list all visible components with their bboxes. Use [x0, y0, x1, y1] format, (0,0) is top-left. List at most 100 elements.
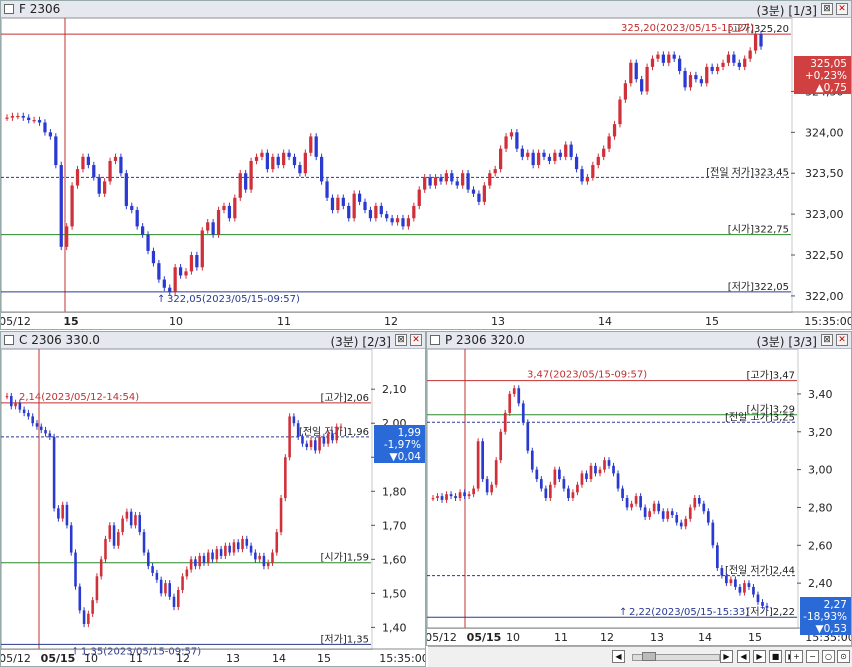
- candle-body: [305, 443, 309, 448]
- candle-body: [607, 136, 611, 149]
- candle-body: [463, 492, 466, 497]
- candle-body: [339, 426, 343, 428]
- candle-body: [623, 83, 628, 100]
- candle-body: [433, 177, 438, 186]
- candle-body: [238, 173, 242, 198]
- candle-body: [706, 511, 710, 523]
- candle-body: [444, 173, 449, 182]
- candle-body: [571, 492, 575, 498]
- change-amount: ▼0,53: [816, 623, 847, 635]
- prev-page-icon[interactable]: ◀: [612, 650, 625, 663]
- y-tick-label: 1,40: [382, 621, 407, 634]
- select-checkbox[interactable]: [4, 4, 14, 14]
- candle-body: [189, 255, 194, 272]
- zoom-in-magnifier-icon[interactable]: +: [790, 650, 803, 663]
- candle-body: [688, 507, 692, 519]
- candle-body: [284, 457, 287, 499]
- candle-body: [276, 156, 280, 166]
- candle-body: [455, 181, 459, 186]
- candle-body: [331, 433, 334, 441]
- candle-body: [569, 144, 573, 157]
- candle-body: [488, 173, 492, 186]
- change-percent: -1,97%: [384, 439, 421, 451]
- x-tick-label: 11: [554, 631, 568, 644]
- candle-body: [729, 579, 733, 584]
- candle-body: [249, 160, 253, 190]
- candle-body: [702, 503, 706, 512]
- candle-body: [715, 545, 719, 569]
- panel-title-bar: P 2306 320.0 (3분) [3/3] ⊠ ✕: [427, 332, 851, 349]
- candle-body: [10, 115, 15, 118]
- close-icon[interactable]: ✕: [410, 334, 422, 346]
- select-checkbox[interactable]: [430, 335, 440, 345]
- candle-body: [535, 469, 539, 480]
- stop-icon[interactable]: ■: [769, 650, 782, 663]
- candle-body: [75, 169, 80, 186]
- candle-body: [737, 62, 741, 67]
- candle-body: [661, 511, 665, 519]
- candlestick-chart-c[interactable]: [고가]2,06 [전일 저가]1,96 [시가]1,59 [저가]1,35 2,14(…: [1, 349, 426, 667]
- play-icon[interactable]: ▶: [753, 650, 766, 663]
- candle-body: [688, 75, 693, 88]
- candle-body: [296, 423, 300, 437]
- candle-body: [5, 117, 9, 119]
- page-label: [3/3]: [788, 335, 817, 349]
- x-tick-label: 15: [705, 315, 719, 328]
- candle-body: [580, 169, 584, 182]
- level-label-low: [저가]1,35: [321, 633, 369, 645]
- candle-body: [625, 498, 629, 508]
- y-tick-label: 324,00: [805, 126, 844, 139]
- candle-body: [699, 79, 703, 84]
- candle-body: [130, 205, 134, 211]
- scroll-thumb[interactable]: [642, 652, 656, 661]
- candle-body: [86, 156, 90, 166]
- candle-body: [330, 197, 335, 211]
- y-tick-label: 2,40: [808, 577, 833, 590]
- candle-body: [155, 572, 159, 580]
- candle-body: [31, 416, 34, 424]
- y-tick-label: 1,50: [382, 587, 407, 600]
- candle-body: [630, 503, 633, 508]
- candle-body: [461, 173, 465, 186]
- x-tick-label: 15: [748, 631, 762, 644]
- level-label-open: [시가]322,75: [728, 224, 789, 236]
- candle-body: [675, 515, 679, 523]
- candle-body: [618, 99, 622, 125]
- candlestick-chart-p[interactable]: [고가]3,47[시가]3,29[전일 고가]3,25[전일 저가]2,44[저…: [427, 349, 852, 646]
- candle-body: [406, 218, 411, 227]
- panel-title: F 2306: [19, 2, 61, 16]
- zoom-out-magnifier-icon[interactable]: −: [806, 650, 819, 663]
- candle-body: [292, 156, 297, 166]
- candle-body: [322, 436, 326, 444]
- low-arrow-icon: ↑: [157, 294, 165, 305]
- candle-body: [222, 205, 226, 211]
- close-icon[interactable]: ✕: [836, 3, 848, 15]
- zoom-fit-icon[interactable]: ⊙: [837, 650, 850, 663]
- candle-body: [266, 562, 270, 567]
- candle-body: [544, 488, 548, 498]
- candle-body: [325, 181, 329, 198]
- chart-navigation-toolbar: ◀ ▶ ◀ ▶ ■ ▶ + + + + + + − ○ ⊙: [428, 646, 852, 667]
- first-icon[interactable]: ◀: [737, 650, 750, 663]
- page-label: [1/3]: [788, 4, 817, 18]
- candle-body: [279, 498, 283, 533]
- candle-body: [710, 66, 714, 71]
- current-price: 2,27: [824, 599, 847, 611]
- candle-body: [672, 54, 676, 59]
- candle-body: [99, 559, 103, 577]
- candlestick-chart-f[interactable]: [고가]325,20[전일 저가]323,45[시가]322,75[저가]322…: [1, 18, 852, 330]
- next-page-icon[interactable]: ▶: [720, 650, 733, 663]
- candle-body: [498, 148, 503, 170]
- candle-body: [236, 542, 240, 550]
- candle-body: [43, 122, 47, 133]
- candle-body: [765, 605, 769, 608]
- page-label: [2/3]: [362, 335, 391, 349]
- zoom-reset-icon[interactable]: ○: [822, 650, 835, 663]
- maximize-icon[interactable]: ⊠: [821, 3, 833, 15]
- select-checkbox[interactable]: [4, 335, 14, 345]
- candle-body: [743, 583, 746, 593]
- close-icon[interactable]: ✕: [836, 334, 848, 346]
- candle-body: [21, 115, 25, 118]
- maximize-icon[interactable]: ⊠: [821, 334, 833, 346]
- maximize-icon[interactable]: ⊠: [395, 334, 407, 346]
